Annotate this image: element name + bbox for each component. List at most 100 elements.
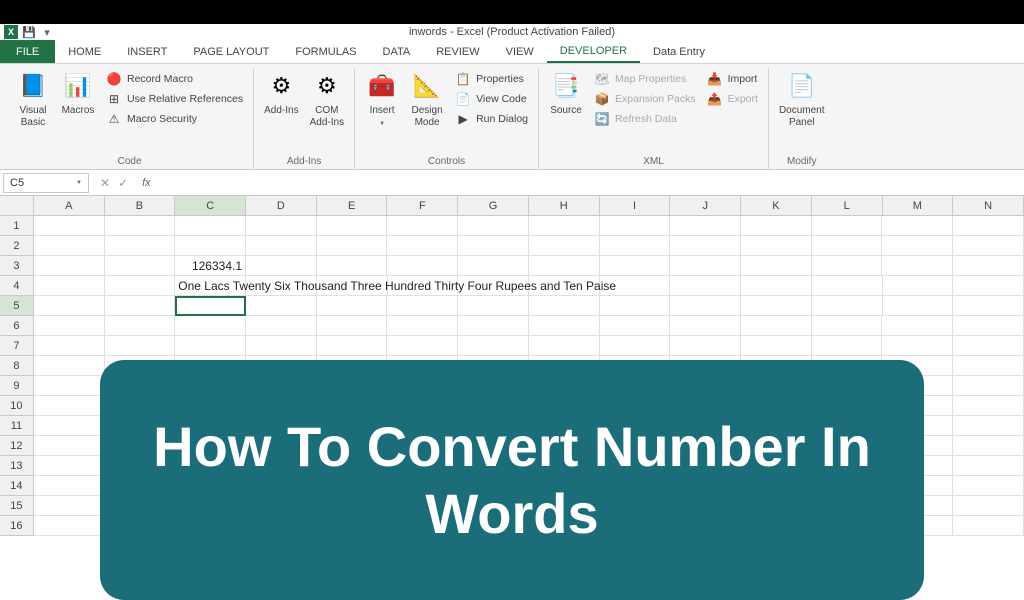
cell[interactable] [317, 216, 388, 236]
row-header[interactable]: 10 [0, 396, 34, 416]
row-header[interactable]: 3 [0, 256, 34, 276]
col-header[interactable]: J [670, 196, 741, 216]
row-header[interactable]: 13 [0, 456, 34, 476]
row-header[interactable]: 11 [0, 416, 34, 436]
cell[interactable] [246, 216, 317, 236]
cell[interactable] [34, 276, 105, 296]
cell[interactable] [953, 236, 1024, 256]
cell[interactable] [458, 316, 529, 336]
tab-data-entry[interactable]: Data Entry [640, 40, 718, 63]
cell[interactable] [105, 256, 176, 276]
cell[interactable] [953, 496, 1024, 516]
cell[interactable] [34, 336, 105, 356]
cell[interactable] [670, 216, 741, 236]
col-header[interactable]: I [600, 196, 671, 216]
enter-icon[interactable]: ✓ [118, 176, 128, 190]
cell[interactable] [741, 236, 812, 256]
map-properties-button[interactable]: 🗺 Map Properties [590, 70, 700, 88]
cell[interactable] [953, 476, 1024, 496]
cell[interactable] [246, 256, 317, 276]
cell[interactable] [246, 336, 317, 356]
cell[interactable] [741, 296, 812, 316]
cell[interactable] [105, 276, 176, 296]
cell[interactable] [34, 236, 105, 256]
cell[interactable] [953, 316, 1024, 336]
cell[interactable] [105, 336, 176, 356]
cell[interactable] [953, 296, 1024, 316]
insert-button[interactable]: 🧰 Insert▼ [361, 68, 403, 130]
tab-home[interactable]: HOME [55, 40, 114, 63]
cell[interactable] [387, 336, 458, 356]
col-header[interactable]: A [34, 196, 105, 216]
cell[interactable] [953, 456, 1024, 476]
cell[interactable] [812, 276, 883, 296]
cell[interactable] [953, 416, 1024, 436]
cell[interactable] [317, 236, 388, 256]
tab-page-layout[interactable]: PAGE LAYOUT [180, 40, 282, 63]
row-header[interactable]: 9 [0, 376, 34, 396]
cell[interactable]: One Lacs Twenty Six Thousand Three Hundr… [175, 276, 246, 296]
col-header[interactable]: K [741, 196, 812, 216]
cell[interactable] [34, 476, 105, 496]
cell[interactable] [953, 436, 1024, 456]
cell[interactable] [812, 316, 883, 336]
cell[interactable] [670, 236, 741, 256]
row-header[interactable]: 12 [0, 436, 34, 456]
name-box[interactable]: C5 ▼ [3, 173, 89, 193]
cell[interactable] [953, 256, 1024, 276]
cell[interactable] [883, 296, 954, 316]
cell[interactable] [953, 396, 1024, 416]
cell[interactable] [458, 216, 529, 236]
tab-developer[interactable]: DEVELOPER [547, 40, 640, 63]
relative-references-button[interactable]: ⊞ Use Relative References [102, 90, 247, 108]
cancel-icon[interactable]: ✕ [100, 176, 110, 190]
cell[interactable] [812, 236, 883, 256]
cell[interactable] [34, 296, 105, 316]
cell[interactable] [246, 296, 317, 316]
cell[interactable] [953, 516, 1024, 536]
cell[interactable] [812, 336, 883, 356]
source-button[interactable]: 📑 Source [545, 68, 587, 119]
cell[interactable] [175, 336, 246, 356]
cell[interactable] [105, 316, 176, 336]
cell[interactable] [34, 356, 105, 376]
cell[interactable] [34, 256, 105, 276]
record-macro-button[interactable]: 🔴 Record Macro [102, 70, 247, 88]
cell[interactable] [317, 256, 388, 276]
select-all-button[interactable] [0, 196, 34, 216]
cell[interactable] [600, 216, 671, 236]
cell[interactable] [387, 296, 458, 316]
excel-icon[interactable]: X [4, 25, 18, 39]
cell[interactable] [670, 316, 741, 336]
cell[interactable] [34, 396, 105, 416]
cell[interactable] [387, 216, 458, 236]
cell[interactable] [246, 236, 317, 256]
file-tab[interactable]: FILE [0, 40, 55, 63]
col-header[interactable]: H [529, 196, 600, 216]
properties-button[interactable]: 📋 Properties [451, 70, 532, 88]
export-button[interactable]: 📤 Export [703, 90, 762, 108]
cell[interactable] [458, 256, 529, 276]
cell[interactable] [741, 336, 812, 356]
cell[interactable] [600, 316, 671, 336]
cell[interactable] [953, 276, 1024, 296]
cell[interactable] [600, 236, 671, 256]
cell[interactable] [387, 316, 458, 336]
cell[interactable] [600, 336, 671, 356]
tab-formulas[interactable]: FORMULAS [282, 40, 369, 63]
macros-button[interactable]: 📊 Macros [57, 68, 99, 119]
col-header[interactable]: F [387, 196, 458, 216]
cell[interactable] [105, 236, 176, 256]
cell[interactable] [317, 336, 388, 356]
tab-data[interactable]: DATA [370, 40, 424, 63]
cell[interactable] [741, 256, 812, 276]
import-button[interactable]: 📥 Import [703, 70, 762, 88]
cell[interactable] [34, 316, 105, 336]
cell[interactable] [812, 296, 883, 316]
row-header[interactable]: 7 [0, 336, 34, 356]
cell[interactable] [812, 256, 883, 276]
cell[interactable]: 126334.1 [175, 256, 246, 276]
cell[interactable] [175, 236, 246, 256]
tab-insert[interactable]: INSERT [114, 40, 180, 63]
cell[interactable] [741, 316, 812, 336]
